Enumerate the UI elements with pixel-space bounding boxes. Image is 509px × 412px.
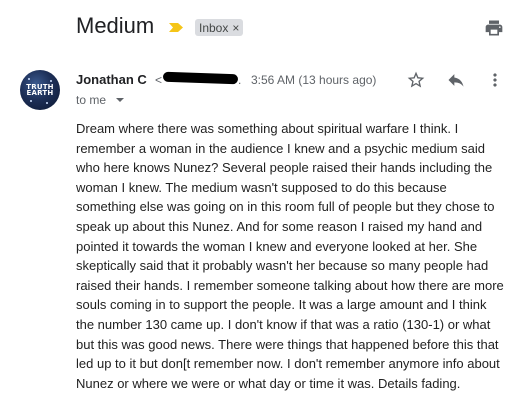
message-timestamp: 3:56 AM (13 hours ago) [251, 73, 377, 87]
sender-email-prefix: < [155, 73, 163, 87]
sender-name[interactable]: Jonathan C [76, 72, 147, 87]
remove-label-icon[interactable]: × [232, 21, 239, 35]
reply-icon[interactable] [446, 70, 466, 90]
message-body: Dream where there was something about sp… [76, 121, 504, 391]
avatar-star-decor [30, 100, 32, 102]
more-vert-icon[interactable] [485, 70, 505, 90]
sender-email: < [155, 73, 162, 87]
label-chip-inbox: Inbox × [195, 19, 244, 36]
avatar[interactable]: TRUTH EARTH [20, 70, 60, 110]
sender-email-suffix: . [238, 73, 242, 87]
subject-row: Medium Inbox × [0, 0, 509, 56]
avatar-star-decor [28, 78, 30, 80]
importance-marker-icon[interactable] [169, 23, 183, 32]
star-icon[interactable] [406, 70, 426, 90]
avatar-star-decor [46, 102, 48, 104]
avatar-star-decor [50, 80, 52, 82]
email-subject: Medium [76, 13, 155, 38]
label-chip-text: Inbox [199, 20, 229, 35]
recipient-label: to me [76, 93, 107, 107]
recipient-details-toggle[interactable]: to me [76, 93, 125, 107]
redaction-mark [162, 71, 239, 85]
chevron-down-icon [116, 98, 125, 102]
avatar-logo-text: TRUTH EARTH [26, 83, 54, 97]
print-icon[interactable] [484, 18, 504, 38]
